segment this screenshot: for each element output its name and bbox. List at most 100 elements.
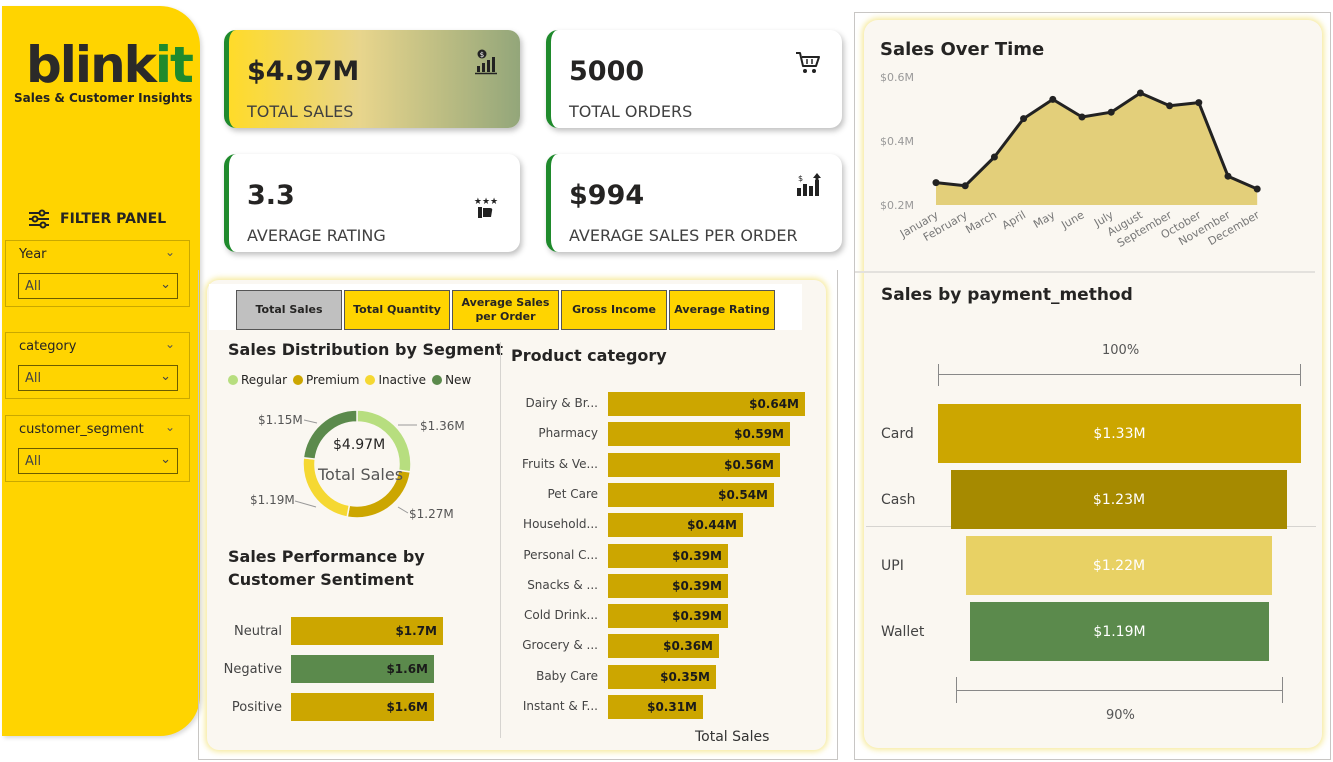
axis-tick [1282, 677, 1283, 703]
data-point[interactable] [1224, 172, 1232, 180]
category-bar-label: Fruits & Ve... [522, 456, 598, 471]
kpi-total-orders: 5000 TOTAL ORDERS [546, 30, 842, 128]
data-point[interactable] [1107, 108, 1115, 116]
chevron-down-icon[interactable]: ⌄ [165, 245, 175, 259]
sentiment-bar[interactable]: $1.6M [291, 693, 434, 721]
category-bar[interactable]: $0.39M [608, 543, 728, 568]
payment-bar[interactable]: $1.19M [970, 602, 1269, 661]
legend-item-premium[interactable]: Premium [293, 373, 359, 387]
legend-item-regular[interactable]: Regular [228, 373, 287, 387]
legend-item-inactive[interactable]: Inactive [365, 373, 426, 387]
y-axis-tick-label: $0.2M [880, 199, 914, 212]
svg-text:$: $ [798, 174, 803, 183]
donut-label-inactive: $1.19M [250, 493, 295, 507]
payment-bottom-label: 90% [1106, 708, 1135, 723]
measure-button-average-rating[interactable]: Average Rating [669, 290, 775, 330]
x-axis-tick-label: May [1031, 208, 1058, 231]
chevron-down-icon[interactable]: ⌄ [160, 452, 171, 467]
category-bar[interactable]: $0.56M [608, 452, 780, 477]
donut-leader-line [303, 419, 318, 424]
chevron-down-icon[interactable]: ⌄ [165, 420, 175, 434]
category-bar[interactable]: $0.64M [608, 392, 805, 416]
category-bar-label: Household... [523, 517, 598, 532]
donut-leader-line [397, 506, 409, 514]
sliders-icon [29, 209, 49, 229]
filter-customer-segment[interactable]: customer_segment ⌄ All ⌄ [5, 415, 190, 482]
legend-dot [432, 375, 443, 385]
category-axis-label: Total Sales [695, 729, 770, 745]
sentiment-bar[interactable]: $1.6M [291, 655, 434, 683]
kpi-label: TOTAL SALES [247, 102, 354, 121]
category-bar[interactable]: $0.31M [608, 695, 703, 719]
shopping-cart-icon [796, 52, 820, 73]
data-point[interactable] [1195, 99, 1203, 107]
sales-chart-icon: $ [475, 49, 497, 75]
measure-button-average-sales-per-order[interactable]: Average Sales per Order [452, 290, 559, 330]
measure-button-total-quantity[interactable]: Total Quantity [344, 290, 450, 330]
data-point[interactable] [932, 179, 940, 187]
payment-bar[interactable]: $1.33M [938, 404, 1301, 463]
category-bar-label: Personal C... [523, 547, 598, 562]
filter-year-select[interactable]: All ⌄ [18, 273, 178, 299]
category-bar-label: Dairy & Br... [525, 396, 598, 410]
category-bar[interactable]: $0.39M [608, 573, 728, 598]
kpi-value: 5000 [569, 56, 645, 87]
payment-bar-label: Wallet [881, 624, 925, 640]
filter-customer-segment-value: All [25, 454, 42, 469]
filter-year[interactable]: Year ⌄ All ⌄ [5, 240, 190, 307]
category-bar[interactable]: $0.54M [608, 482, 774, 507]
chevron-down-icon[interactable]: ⌄ [165, 337, 175, 351]
data-point[interactable] [1253, 185, 1261, 193]
data-point[interactable] [1166, 102, 1174, 110]
category-bar[interactable]: $0.44M [608, 513, 743, 538]
category-bar[interactable]: $0.36M [608, 634, 719, 659]
filter-panel-title: FILTER PANEL [28, 209, 166, 229]
measure-button-gross-income[interactable]: Gross Income [561, 290, 667, 330]
sentiment-bar-label: Neutral [234, 624, 282, 639]
kpi-average-sales-per-order: $994 AVERAGE SALES PER ORDER $ [546, 154, 842, 252]
kpi-average-rating: 3.3 AVERAGE RATING ★★★ [224, 154, 520, 252]
x-axis-tick-label: April [1000, 208, 1028, 232]
time-chart-title: Sales Over Time [880, 39, 1045, 60]
category-bar-label: Snacks & ... [527, 577, 598, 592]
kpi-total-sales: $4.97M TOTAL SALES $ [224, 30, 520, 128]
payment-bottom-axis [956, 690, 1283, 691]
sentiment-bar-label: Negative [223, 662, 282, 677]
data-point[interactable] [1020, 115, 1028, 123]
category-bar[interactable]: $0.39M [608, 604, 728, 629]
donut-center-value: $4.97M [333, 437, 386, 453]
data-point[interactable] [961, 182, 969, 190]
y-axis-tick-label: $0.4M [880, 135, 914, 148]
chevron-down-icon[interactable]: ⌄ [160, 369, 171, 384]
brand-logo: blinkit [26, 40, 194, 90]
sales-over-time-chart: $0.6M$0.4M$0.2MJanuaryFebruaryMarch April… [880, 71, 1262, 250]
segment-legend: Regular Premium Inactive New [228, 373, 471, 387]
legend-item-new[interactable]: New [432, 373, 471, 387]
axis-tick [956, 677, 957, 703]
filter-customer-segment-label: customer_segment [19, 422, 144, 437]
filter-category-select[interactable]: All ⌄ [18, 365, 178, 391]
filter-category-value: All [25, 371, 42, 386]
x-axis-tick-label: March [963, 208, 999, 236]
category-bar-label: Grocery & ... [522, 638, 598, 653]
category-bar[interactable]: $0.59M [608, 422, 790, 447]
data-point[interactable] [1049, 95, 1057, 103]
category-bar[interactable]: $0.35M [608, 664, 716, 689]
category-bar-label: Baby Care [536, 668, 598, 683]
chevron-down-icon[interactable]: ⌄ [160, 277, 171, 292]
kpi-value: $4.97M [247, 56, 360, 87]
brand-subtitle: Sales & Customer Insights [14, 91, 193, 105]
payment-bar[interactable]: $1.22M [966, 536, 1272, 595]
filter-customer-segment-select[interactable]: All ⌄ [18, 448, 178, 474]
category-bar-label: Instant & F... [522, 699, 598, 713]
sentiment-bar[interactable]: $1.7M [291, 617, 443, 645]
measure-button-total-sales[interactable]: Total Sales [236, 290, 342, 330]
sentiment-bar-label: Positive [231, 700, 282, 715]
data-point[interactable] [990, 153, 998, 161]
data-point[interactable] [1078, 113, 1086, 121]
donut-center-label: Total Sales [318, 465, 404, 484]
payment-bar[interactable]: $1.23M [951, 470, 1287, 529]
data-point[interactable] [1136, 89, 1144, 97]
filter-category[interactable]: category ⌄ All ⌄ [5, 332, 190, 399]
kpi-label: AVERAGE SALES PER ORDER [569, 226, 798, 245]
